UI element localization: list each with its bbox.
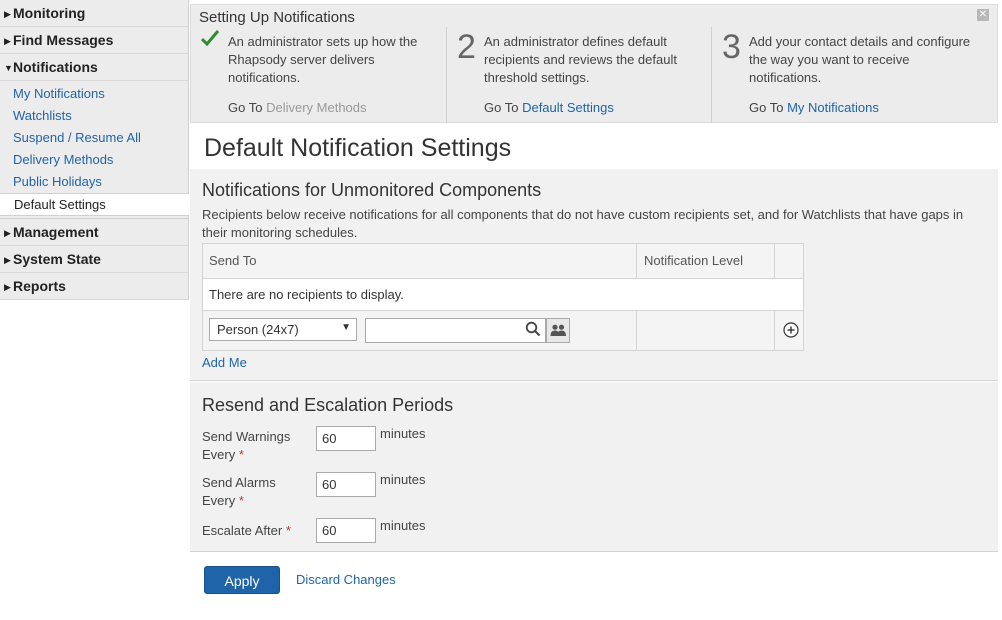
sidebar-section-management[interactable]: ▶ Management xyxy=(0,219,189,246)
sidebar-item-watchlists[interactable]: Watchlists xyxy=(0,105,188,127)
setup-notifications-panel: Setting Up Notifications ✕ An administra… xyxy=(190,4,998,123)
level-cell xyxy=(636,311,774,350)
field-label: Escalate After * xyxy=(202,523,291,538)
expand-arrow-icon: ▶ xyxy=(4,282,11,292)
sidebar-section-notifications[interactable]: ▼Notifications xyxy=(0,54,189,81)
section-title: Notifications for Unmonitored Components xyxy=(202,180,542,200)
empty-table-message: There are no recipients to display. xyxy=(203,279,803,311)
notifications-submenu: My Notifications Watchlists Suspend / Re… xyxy=(0,81,189,219)
sidebar-section-monitoring[interactable]: ▶ Monitoring xyxy=(0,0,189,27)
recipients-table: Send To Notification Level There are no … xyxy=(202,243,804,351)
resend-escalation-section: Resend and Escalation Periods Send Warni… xyxy=(190,382,998,552)
recipient-search-input[interactable] xyxy=(366,319,516,341)
step-description: An administrator defines default recipie… xyxy=(484,34,677,85)
goto-delivery-methods-link[interactable]: Delivery Methods xyxy=(266,100,366,115)
checkmark-icon xyxy=(201,30,219,46)
expand-arrow-icon: ▶ xyxy=(4,255,11,265)
required-marker: * xyxy=(238,447,244,462)
sidebar-section-system-state[interactable]: ▶ System State xyxy=(0,246,189,273)
expand-arrow-icon: ▶ xyxy=(4,9,11,19)
table-header: Send To Notification Level xyxy=(203,244,803,279)
unmonitored-components-section: Notifications for Unmonitored Components… xyxy=(190,169,998,381)
recipient-type-select[interactable]: Person (24x7) ▼ xyxy=(209,318,357,341)
sidebar-section-reports[interactable]: ▶ Reports xyxy=(0,273,189,300)
field-label: Send Warnings Every * xyxy=(202,429,291,462)
recipient-search-field xyxy=(365,318,546,343)
close-icon[interactable]: ✕ xyxy=(977,9,989,21)
main-content: Setting Up Notifications ✕ An administra… xyxy=(190,0,998,620)
chevron-down-icon: ▼ xyxy=(341,322,351,333)
required-marker: * xyxy=(238,493,244,508)
collapse-arrow-icon: ▼ xyxy=(4,63,13,73)
escalate-after-input[interactable] xyxy=(316,518,376,543)
step-number: 3 xyxy=(722,28,741,66)
step-description: An administrator sets up how the Rhapsod… xyxy=(228,34,418,85)
required-marker: * xyxy=(285,523,291,538)
column-notification-level: Notification Level xyxy=(636,244,774,279)
field-unit: minutes xyxy=(380,426,426,441)
column-actions xyxy=(774,244,804,279)
step-number: 2 xyxy=(457,28,476,66)
add-me-link[interactable]: Add Me xyxy=(202,355,247,370)
expand-arrow-icon: ▶ xyxy=(4,36,11,46)
page-title: Default Notification Settings xyxy=(204,134,512,162)
search-icon[interactable] xyxy=(525,321,541,337)
goto-default-settings-link[interactable]: Default Settings xyxy=(522,100,614,115)
sidebar-item-my-notifications[interactable]: My Notifications xyxy=(0,83,188,105)
send-alarms-input[interactable] xyxy=(316,472,376,497)
setup-panel-title: Setting Up Notifications xyxy=(199,9,355,26)
goto-my-notifications-link[interactable]: My Notifications xyxy=(787,100,879,115)
discard-changes-link[interactable]: Discard Changes xyxy=(296,572,396,587)
add-recipient-row: Person (24x7) ▼ xyxy=(203,311,803,350)
sidebar-section-find-messages[interactable]: ▶ Find Messages xyxy=(0,27,189,54)
browse-people-button[interactable] xyxy=(546,318,570,343)
apply-button[interactable]: Apply xyxy=(204,566,280,594)
section-description: Recipients below receive notifications f… xyxy=(202,207,964,240)
setup-step-2: 2 An administrator defines default recip… xyxy=(446,27,710,123)
step-goto: Go To Default Settings xyxy=(484,100,614,115)
setup-step-3: 3 Add your contact details and configure… xyxy=(711,27,975,123)
setup-step-1: An administrator sets up how the Rhapsod… xyxy=(191,27,455,123)
field-unit: minutes xyxy=(380,518,426,533)
send-warnings-input[interactable] xyxy=(316,426,376,451)
expand-arrow-icon: ▶ xyxy=(4,228,11,238)
step-description: Add your contact details and configure t… xyxy=(749,34,971,85)
people-icon xyxy=(550,324,566,336)
field-label: Send Alarms Every * xyxy=(202,475,276,508)
sidebar-item-default-settings[interactable]: Default Settings xyxy=(0,193,189,216)
section-title: Resend and Escalation Periods xyxy=(202,395,454,415)
step-goto: Go To My Notifications xyxy=(749,100,879,115)
sidebar: ▶ Monitoring ▶ Find Messages ▼Notification… xyxy=(0,0,189,300)
sidebar-item-public-holidays[interactable]: Public Holidays xyxy=(0,171,188,193)
sidebar-item-delivery-methods[interactable]: Delivery Methods xyxy=(0,149,188,171)
add-circle-icon[interactable] xyxy=(783,322,799,338)
step-goto: Go To Delivery Methods xyxy=(228,100,367,115)
add-cell xyxy=(774,311,804,350)
column-send-to: Send To xyxy=(209,253,257,268)
sidebar-item-suspend-resume-all[interactable]: Suspend / Resume All xyxy=(0,127,188,149)
field-unit: minutes xyxy=(380,472,426,487)
